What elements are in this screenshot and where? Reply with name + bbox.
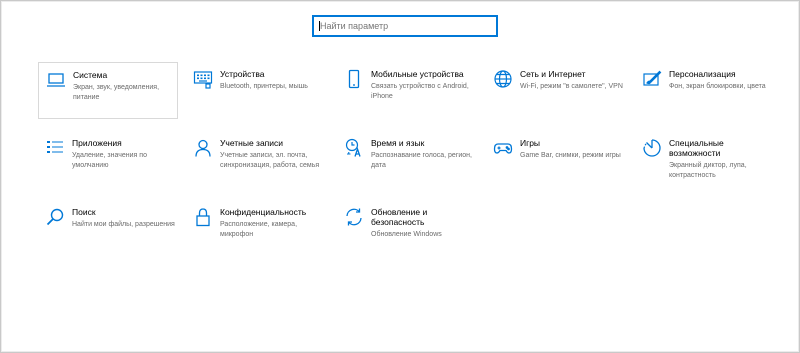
tile-personalization[interactable]: Персонализация Фон, экран блокировки, цв… [635, 62, 775, 118]
tile-accessibility[interactable]: Специальные возможности Экранный диктор,… [635, 131, 775, 191]
tile-desc: Учетные записи, эл. почта, синхронизация… [220, 152, 320, 169]
lock-icon [193, 207, 213, 227]
tile-system[interactable]: Система Экран, звук, уведомления, питани… [38, 62, 178, 119]
tile-title: Мобильные устройства [371, 69, 464, 79]
accessibility-icon [642, 138, 662, 158]
tile-desc: Расположение, камера, микрофон [220, 221, 298, 238]
tile-title: Устройства [220, 69, 265, 79]
magnifier-icon [45, 207, 65, 227]
tile-desc: Удаление, значения по умолчанию [72, 152, 147, 169]
tile-title: Система [73, 70, 108, 80]
globe-icon [493, 69, 513, 89]
tile-devices[interactable]: Устройства Bluetooth, принтеры, мышь [186, 62, 326, 118]
tile-desc: Найти мои файлы, разрешения [72, 221, 175, 228]
person-icon [193, 138, 213, 158]
tile-apps[interactable]: Приложения Удаление, значения по умолчан… [38, 131, 178, 187]
tile-update-security[interactable]: Обновление и безопасность Обновление Win… [337, 200, 477, 248]
gamepad-icon [493, 138, 513, 158]
tile-desc: Bluetooth, принтеры, мышь [220, 83, 308, 90]
tile-desc: Экран, звук, уведомления, питание [73, 84, 160, 101]
tile-desc: Распознавание голоса, регион, дата [371, 152, 472, 169]
tile-title: Время и язык [371, 138, 425, 148]
tile-title: Приложения [72, 138, 122, 148]
tile-title: Обновление и безопасность [371, 207, 428, 227]
keyboard-icon [193, 69, 213, 89]
tile-title: Игры [520, 138, 541, 148]
paint-icon [642, 69, 662, 89]
tile-title: Специальные возможности [669, 138, 724, 158]
time-language-icon [344, 138, 364, 158]
tile-desc: Связать устройство с Android, iPhone [371, 83, 469, 100]
tile-title: Поиск [72, 207, 96, 217]
tile-desc: Game Bar, снимки, режим игры [520, 152, 621, 159]
sync-icon [344, 207, 364, 227]
apps-list-icon [45, 138, 65, 158]
tile-title: Конфиденциальность [220, 207, 307, 217]
tile-desc: Фон, экран блокировки, цвета [669, 83, 766, 90]
tile-title: Учетные записи [220, 138, 284, 148]
search-box[interactable] [312, 15, 498, 37]
search-input[interactable] [317, 18, 480, 34]
tile-privacy[interactable]: Конфиденциальность Расположение, камера,… [186, 200, 326, 256]
tile-desc: Экранный диктор, лупа, контрастность [669, 162, 747, 179]
tile-title: Персонализация [669, 69, 736, 79]
tile-title: Сеть и Интернет [520, 69, 586, 79]
tile-desc: Обновление Windows [371, 231, 442, 238]
text-caret [319, 21, 320, 31]
laptop-icon [46, 70, 66, 90]
tile-gaming[interactable]: Игры Game Bar, снимки, режим игры [486, 131, 626, 187]
tile-network[interactable]: Сеть и Интернет Wi-Fi, режим "в самолете… [486, 62, 626, 118]
tile-accounts[interactable]: Учетные записи Учетные записи, эл. почта… [186, 131, 326, 187]
tile-time-language[interactable]: Время и язык Распознавание голоса, регио… [337, 131, 477, 187]
phone-icon [344, 69, 364, 89]
tile-desc: Wi-Fi, режим "в самолете", VPN [520, 83, 623, 90]
tile-search[interactable]: Поиск Найти мои файлы, разрешения [38, 200, 178, 256]
tile-mobile[interactable]: Мобильные устройства Связать устройство … [337, 62, 477, 118]
